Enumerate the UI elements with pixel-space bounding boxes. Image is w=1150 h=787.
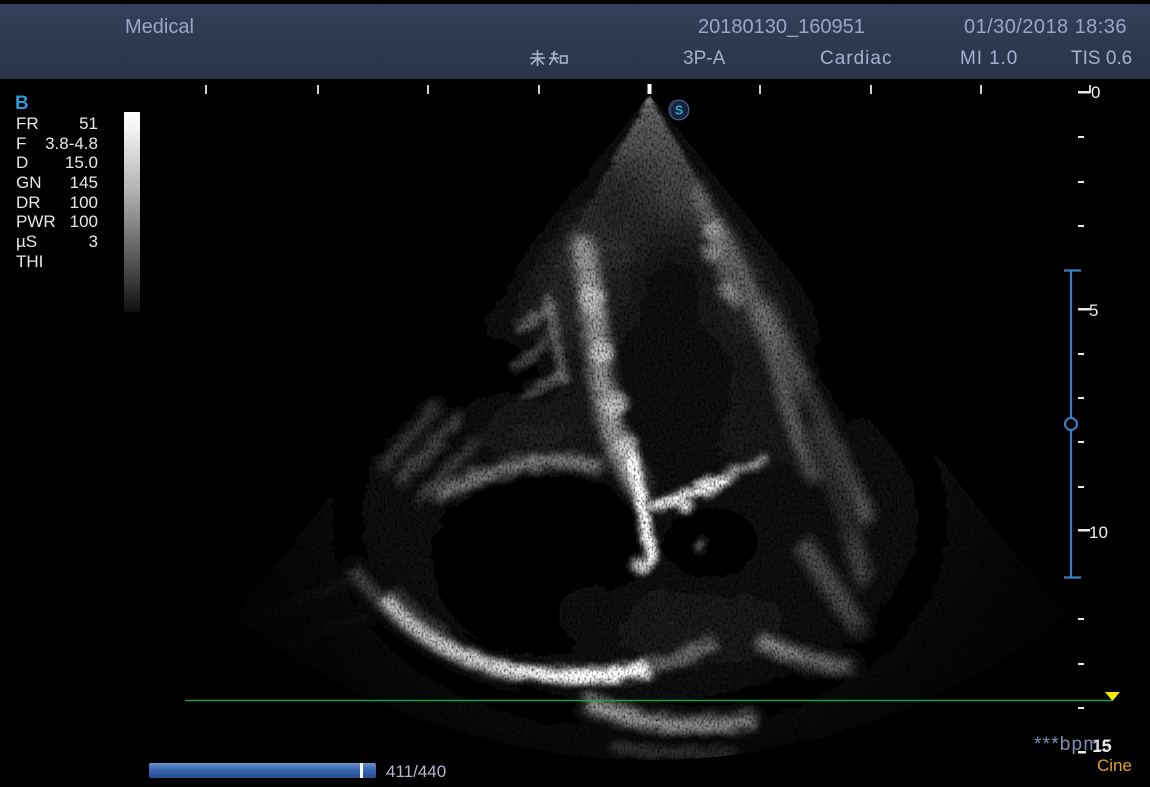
svg-text:10: 10 — [1089, 523, 1108, 542]
svg-text:0: 0 — [1091, 83, 1100, 102]
svg-text:5: 5 — [1089, 301, 1098, 320]
svg-text:S: S — [675, 104, 683, 118]
